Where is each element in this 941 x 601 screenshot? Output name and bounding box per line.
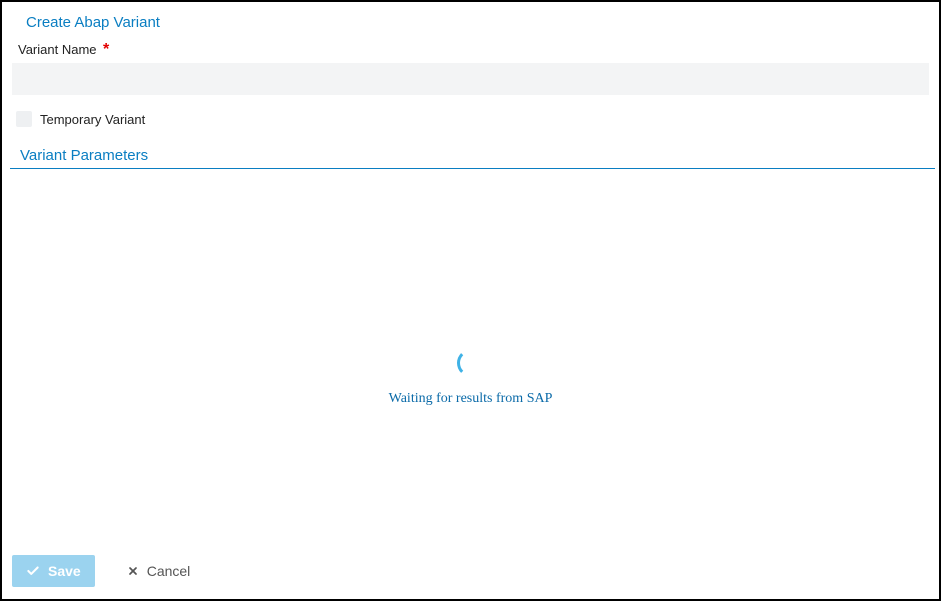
dialog-scroll-area[interactable]: Create Abap Variant Variant Name * Tempo… [2, 2, 939, 545]
variant-name-input[interactable] [12, 63, 929, 95]
save-button[interactable]: Save [12, 555, 95, 587]
loading-message: Waiting for results from SAP [2, 391, 939, 407]
temporary-variant-checkbox[interactable] [16, 111, 32, 127]
variant-name-group: Variant Name * [2, 41, 939, 95]
save-button-label: Save [48, 563, 81, 579]
dialog-footer: Save Cancel [2, 543, 939, 599]
required-asterisk-icon: * [103, 41, 109, 58]
cancel-button[interactable]: Cancel [113, 555, 205, 587]
variant-name-label: Variant Name [12, 42, 97, 57]
variant-parameters-section-title: Variant Parameters [10, 143, 935, 169]
loading-area: Waiting for results from SAP [2, 169, 939, 407]
dialog-title: Create Abap Variant [2, 2, 939, 41]
cancel-button-label: Cancel [147, 563, 191, 579]
temporary-variant-label: Temporary Variant [40, 112, 145, 127]
close-icon [127, 565, 139, 577]
temporary-variant-row: Temporary Variant [2, 95, 939, 143]
spinner-icon [457, 349, 485, 377]
check-icon [26, 564, 40, 578]
